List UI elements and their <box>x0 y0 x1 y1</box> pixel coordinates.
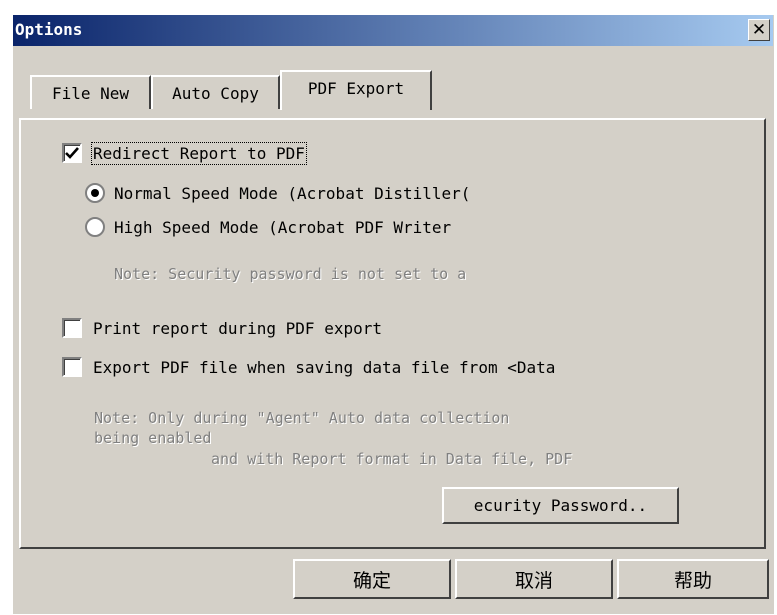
help-button[interactable]: 帮助 <box>617 559 769 599</box>
agent-note-line2: being enabled <box>94 429 212 447</box>
export-on-save-row[interactable]: Export PDF file when saving data file fr… <box>62 357 555 377</box>
close-button[interactable]: ✕ <box>748 19 770 41</box>
tab-auto-copy[interactable]: Auto Copy <box>151 75 280 109</box>
high-speed-row[interactable]: High Speed Mode (Acrobat PDF Writer <box>85 217 451 237</box>
help-label: 帮助 <box>673 569 712 592</box>
redirect-pdf-checkbox[interactable] <box>62 143 82 163</box>
normal-speed-label: Normal Speed Mode (Acrobat Distiller( <box>114 183 471 203</box>
tab-label: File New <box>51 83 130 103</box>
print-report-label: Print report during PDF export <box>93 318 382 338</box>
cancel-button[interactable]: 取消 <box>455 559 613 599</box>
agent-note-line3: and with Report format in Data file, PDF <box>211 450 573 468</box>
agent-note-line1: Note: Only during "Agent" Auto data coll… <box>94 409 510 427</box>
ok-label: 确定 <box>352 569 391 592</box>
tab-pdf-export[interactable]: PDF Export <box>280 70 432 110</box>
redirect-pdf-row[interactable]: Redirect Report to PDF <box>62 141 307 165</box>
tab-label: Auto Copy <box>172 83 259 103</box>
normal-speed-row[interactable]: Normal Speed Mode (Acrobat Distiller( <box>85 183 470 203</box>
security-password-button[interactable]: ecurity Password.. <box>442 487 679 524</box>
cancel-label: 取消 <box>514 569 553 592</box>
high-speed-label: High Speed Mode (Acrobat PDF Writer <box>114 217 452 237</box>
pdf-export-panel: Redirect Report to PDF Normal Speed Mode… <box>19 118 766 549</box>
radio-selected-dot <box>91 189 99 197</box>
security-password-label: ecurity Password.. <box>473 496 648 515</box>
check-icon <box>65 147 79 159</box>
ok-button[interactable]: 确定 <box>293 559 451 599</box>
export-on-save-label: Export PDF file when saving data file fr… <box>93 357 556 377</box>
close-icon: ✕ <box>751 19 767 40</box>
export-on-save-checkbox[interactable] <box>62 357 82 377</box>
title-bar[interactable]: Options ✕ <box>13 15 773 46</box>
high-speed-radio[interactable] <box>85 217 105 237</box>
print-report-row[interactable]: Print report during PDF export <box>62 318 382 338</box>
security-note: Note: Security password is not set to a <box>114 265 467 283</box>
print-report-checkbox[interactable] <box>62 318 82 338</box>
window-title: Options <box>15 20 83 39</box>
redirect-pdf-label: Redirect Report to PDF <box>91 141 307 165</box>
tab-file-new[interactable]: File New <box>30 75 151 109</box>
normal-speed-radio[interactable] <box>85 183 105 203</box>
options-dialog: Options ✕ File New Auto Copy PDF Export … <box>12 14 774 614</box>
tab-label: PDF Export <box>307 78 405 98</box>
